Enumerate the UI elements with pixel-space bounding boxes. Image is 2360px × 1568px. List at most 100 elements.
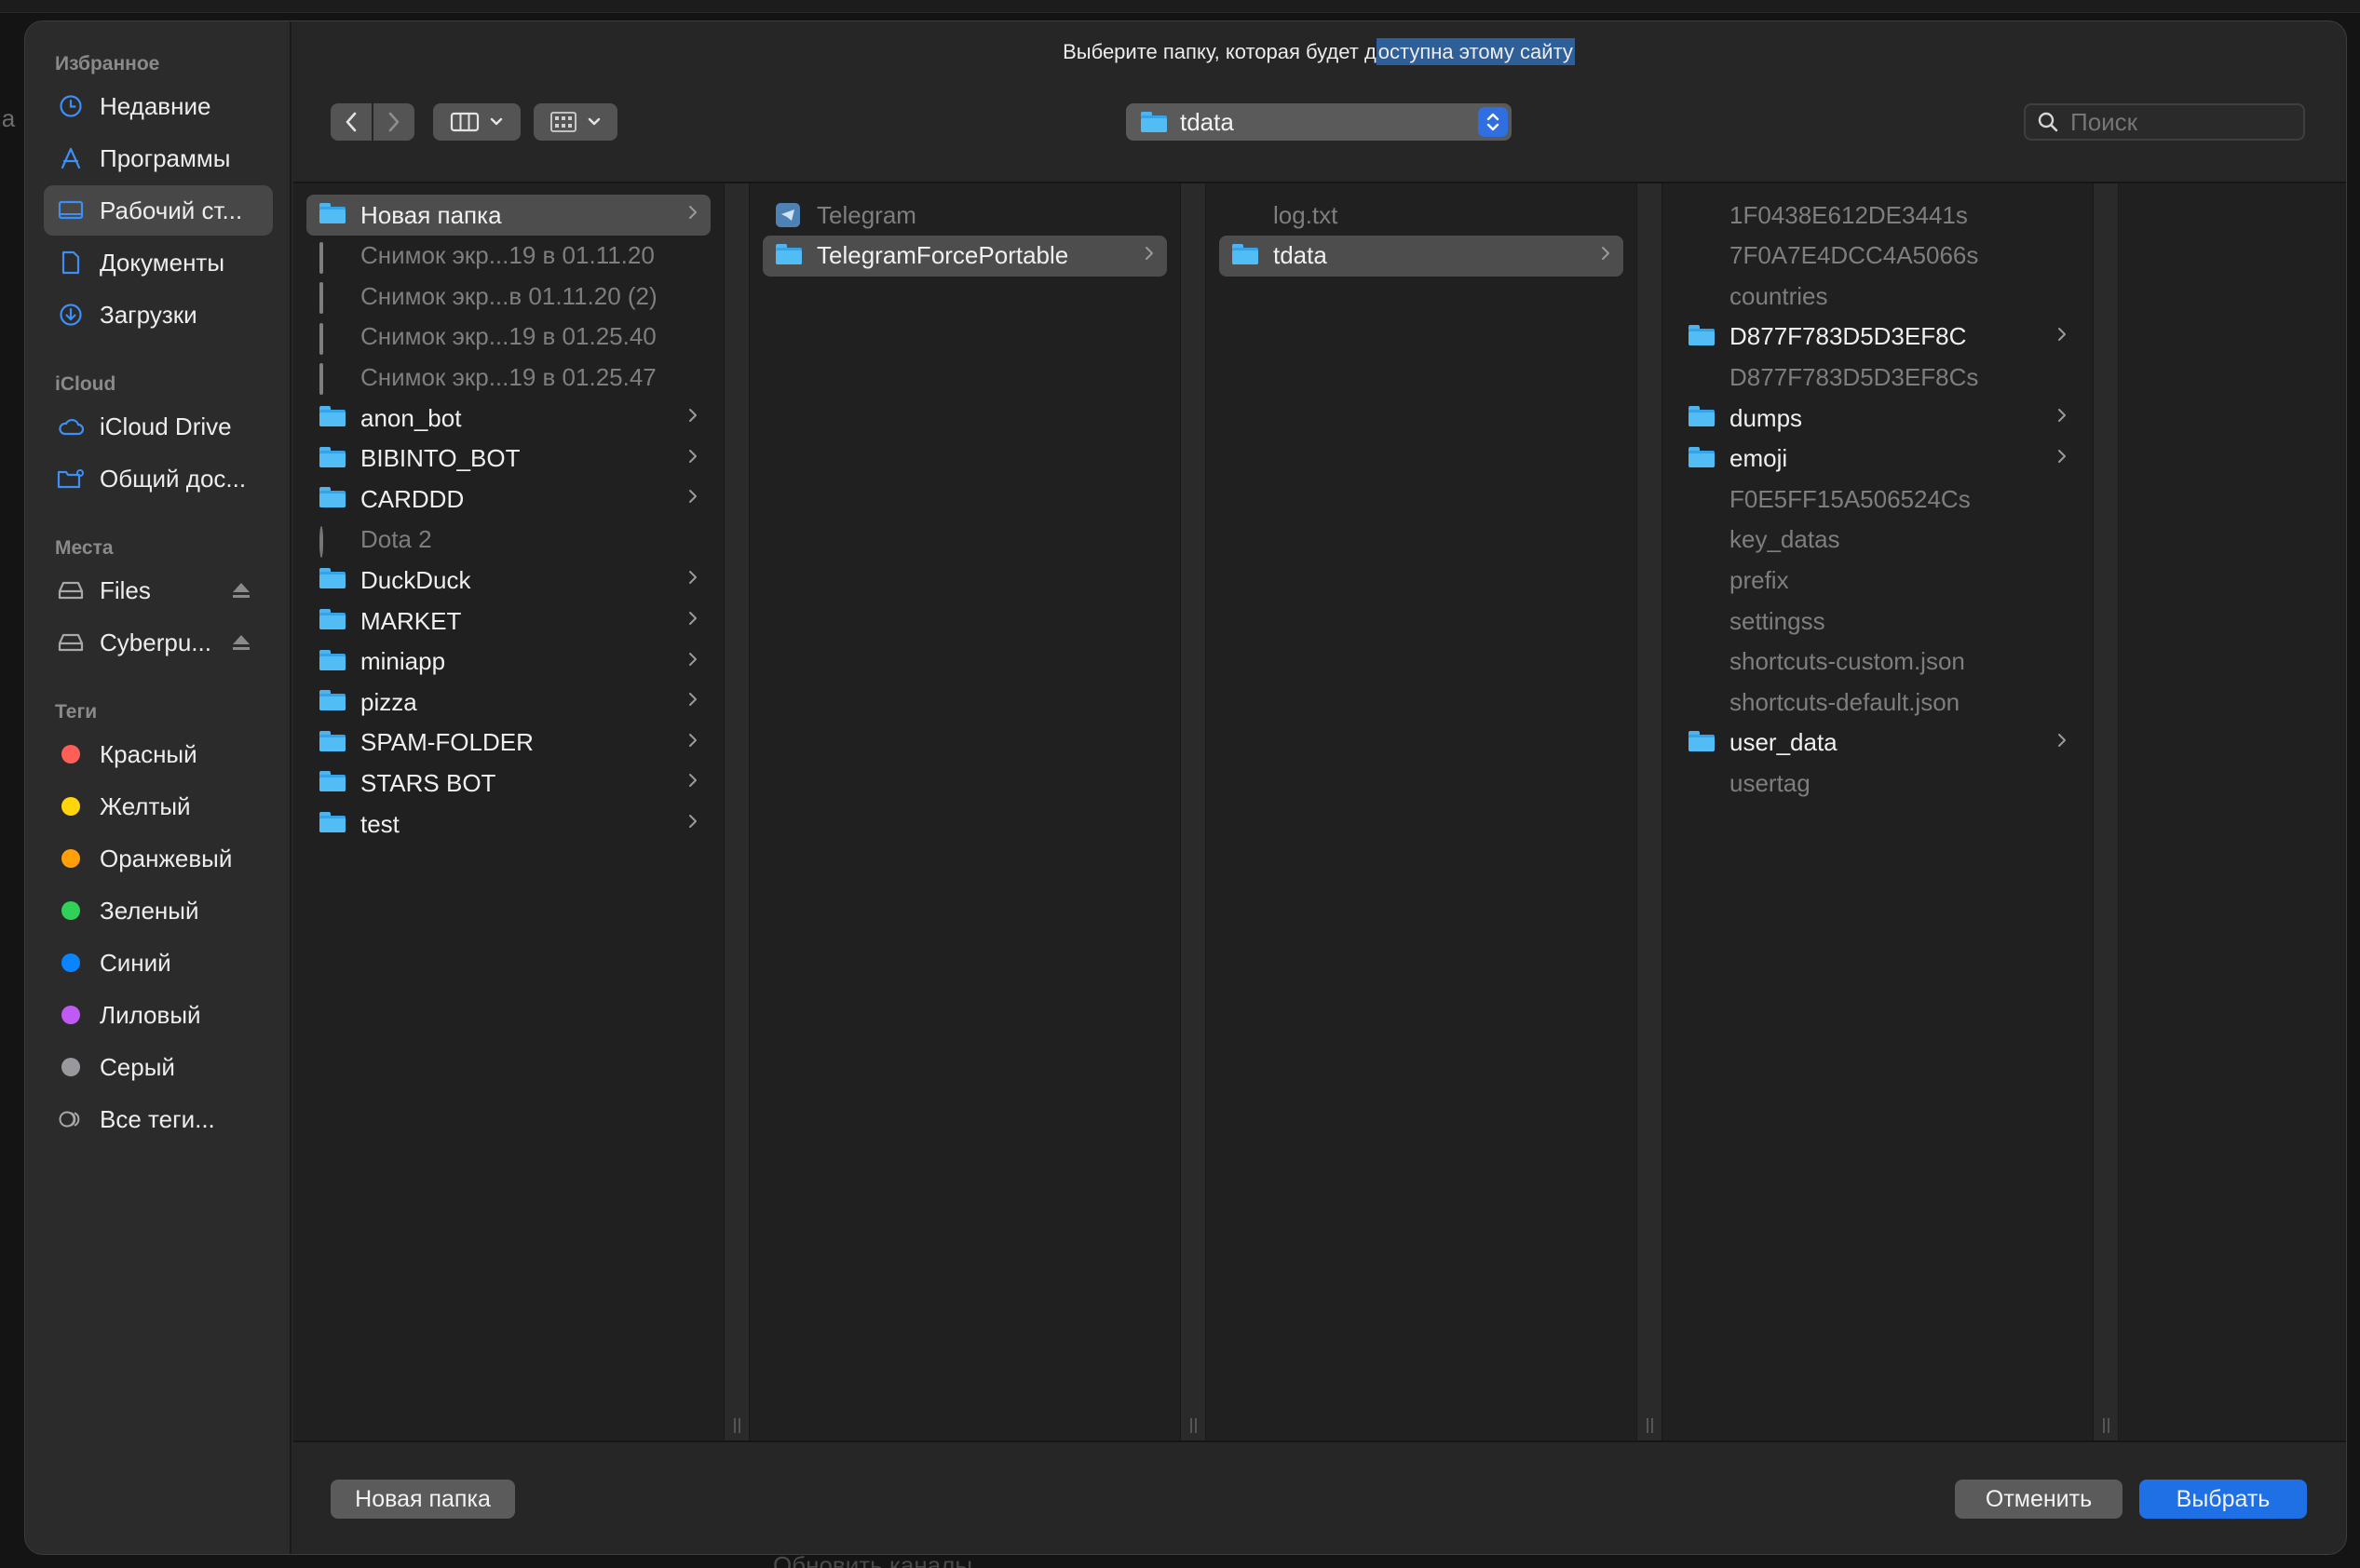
folder-row[interactable]: D877F783D5D3EF8C: [1675, 317, 2080, 358]
folder-row[interactable]: DuckDuck: [306, 560, 711, 601]
item-name: shortcuts-custom.json: [1729, 647, 1965, 676]
chevron-right-icon: [688, 204, 698, 225]
item-name: F0E5FF15A506524Cs: [1729, 484, 1971, 513]
cancel-button[interactable]: Отменить: [1955, 1480, 2123, 1519]
folder-row[interactable]: test: [306, 804, 711, 845]
sidebar-item-recents[interactable]: Недавние: [44, 81, 273, 131]
group-by-button[interactable]: [534, 103, 617, 141]
sidebar-item-desktop[interactable]: Рабочий ст...: [44, 185, 273, 236]
folder-icon: [319, 609, 347, 633]
chevron-right-icon: [2057, 732, 2067, 753]
folder-row[interactable]: MARKET: [306, 601, 711, 642]
folder-row[interactable]: tdata: [1219, 235, 1623, 277]
eject-icon[interactable]: [230, 631, 252, 654]
view-mode-columns-button[interactable]: [433, 103, 521, 141]
file-row[interactable]: Dota 2: [306, 520, 711, 561]
folder-row[interactable]: user_data: [1675, 723, 2080, 764]
file-row[interactable]: Снимок экр...19 в 01.11.20: [306, 236, 711, 277]
sidebar-item-cyberpunk-drive[interactable]: Cyberpu...: [44, 617, 273, 668]
folder-icon: [319, 203, 347, 227]
sidebar-all-tags[interactable]: Все теги...: [44, 1094, 273, 1144]
file-icon: [1689, 568, 1716, 592]
sidebar-item-label: Документы: [100, 248, 225, 277]
column-resize-handle[interactable]: [1180, 183, 1206, 1440]
tag-color-dot: [57, 1053, 85, 1081]
sidebar-tag-red[interactable]: Красный: [44, 729, 273, 779]
column-resize-handle[interactable]: [1636, 183, 1662, 1440]
sidebar-tag-green[interactable]: Зеленый: [44, 885, 273, 936]
column-resize-handle[interactable]: [2093, 183, 2119, 1440]
search-input[interactable]: [2070, 107, 2294, 137]
chevron-right-icon: [1601, 245, 1610, 266]
file-icon: [1689, 203, 1716, 227]
folder-row[interactable]: anon_bot: [306, 398, 711, 439]
file-row[interactable]: Telegram: [763, 195, 1167, 236]
folder-row[interactable]: miniapp: [306, 642, 711, 683]
sidebar-tag-blue[interactable]: Синий: [44, 938, 273, 988]
file-row[interactable]: D877F783D5D3EF8Cs: [1675, 357, 2080, 398]
file-row[interactable]: countries: [1675, 276, 2080, 317]
folder-row[interactable]: pizza: [306, 682, 711, 723]
file-row[interactable]: Снимок экр...19 в 01.25.40: [306, 317, 711, 358]
sidebar-item-downloads[interactable]: Загрузки: [44, 290, 273, 340]
chevron-right-icon: [688, 651, 698, 672]
file-row[interactable]: key_datas: [1675, 520, 2080, 561]
item-name: settingss: [1729, 606, 1825, 635]
file-icon: [1689, 244, 1716, 268]
sidebar-item-icloud-drive[interactable]: iCloud Drive: [44, 401, 273, 452]
folder-row[interactable]: dumps: [1675, 398, 2080, 439]
file-row[interactable]: settingss: [1675, 601, 2080, 642]
file-row[interactable]: usertag: [1675, 763, 2080, 804]
file-row[interactable]: shortcuts-default.json: [1675, 682, 2080, 723]
drive-icon: [57, 629, 85, 656]
folder-row[interactable]: TelegramForcePortable: [763, 235, 1167, 277]
folder-row[interactable]: emoji: [1675, 439, 2080, 480]
file-row[interactable]: shortcuts-custom.json: [1675, 642, 2080, 683]
item-name: TelegramForcePortable: [817, 241, 1069, 270]
sidebar-item-applications[interactable]: Программы: [44, 133, 273, 183]
sidebar-tag-yellow[interactable]: Желтый: [44, 781, 273, 831]
file-row[interactable]: 1F0438E612DE3441s: [1675, 195, 2080, 236]
eject-icon[interactable]: [230, 579, 252, 602]
choose-button[interactable]: Выбрать: [2139, 1480, 2307, 1519]
sidebar: Избранное Недавние Программы Рабочий ст.…: [25, 21, 292, 1554]
sidebar-tag-purple[interactable]: Лиловый: [44, 990, 273, 1040]
clock-icon: [57, 92, 85, 120]
file-icon: [1689, 284, 1716, 308]
file-icon: [1232, 203, 1260, 227]
file-row[interactable]: 7F0A7E4DCC4A5066s: [1675, 236, 2080, 277]
folder-icon: [1689, 730, 1716, 755]
path-popup[interactable]: tdata: [1126, 103, 1512, 141]
folder-icon: [319, 690, 347, 714]
forward-button[interactable]: [373, 103, 414, 141]
folder-row[interactable]: CARDDD: [306, 479, 711, 520]
sidebar-tag-gray[interactable]: Серый: [44, 1042, 273, 1092]
sidebar-item-documents[interactable]: Документы: [44, 237, 273, 288]
file-row[interactable]: Снимок экр...в 01.11.20 (2): [306, 276, 711, 317]
sidebar-item-label: Загрузки: [100, 300, 197, 329]
sidebar-item-shared[interactable]: Общий дос...: [44, 453, 273, 504]
folder-row[interactable]: SPAM-FOLDER: [306, 723, 711, 764]
column-resize-handle[interactable]: [724, 183, 750, 1440]
file-row[interactable]: Снимок экр...19 в 01.25.47: [306, 357, 711, 398]
tag-color-dot: [57, 897, 85, 925]
file-row[interactable]: F0E5FF15A506524Cs: [1675, 479, 2080, 520]
sidebar-tag-orange[interactable]: Оранжевый: [44, 833, 273, 884]
new-folder-button[interactable]: Новая папка: [331, 1480, 515, 1519]
item-name: Снимок экр...19 в 01.25.47: [360, 362, 657, 391]
chevron-down-icon: [490, 117, 503, 126]
folder-row[interactable]: Новая папка: [306, 195, 711, 236]
sidebar-item-label: Все теги...: [100, 1104, 215, 1133]
sidebar-item-files[interactable]: Files: [44, 565, 273, 615]
folder-row[interactable]: STARS BOT: [306, 763, 711, 804]
item-name: log.txt: [1273, 200, 1338, 229]
file-row[interactable]: log.txt: [1219, 195, 1623, 236]
item-name: shortcuts-default.json: [1729, 687, 1960, 716]
back-button[interactable]: [331, 103, 372, 141]
sidebar-item-label: Красный: [100, 739, 197, 768]
file-row[interactable]: prefix: [1675, 560, 2080, 601]
folder-row[interactable]: BIBINTO_BOT: [306, 439, 711, 480]
item-name: countries: [1729, 281, 1828, 310]
search-field[interactable]: [2024, 103, 2305, 141]
file-icon: [1689, 365, 1716, 389]
